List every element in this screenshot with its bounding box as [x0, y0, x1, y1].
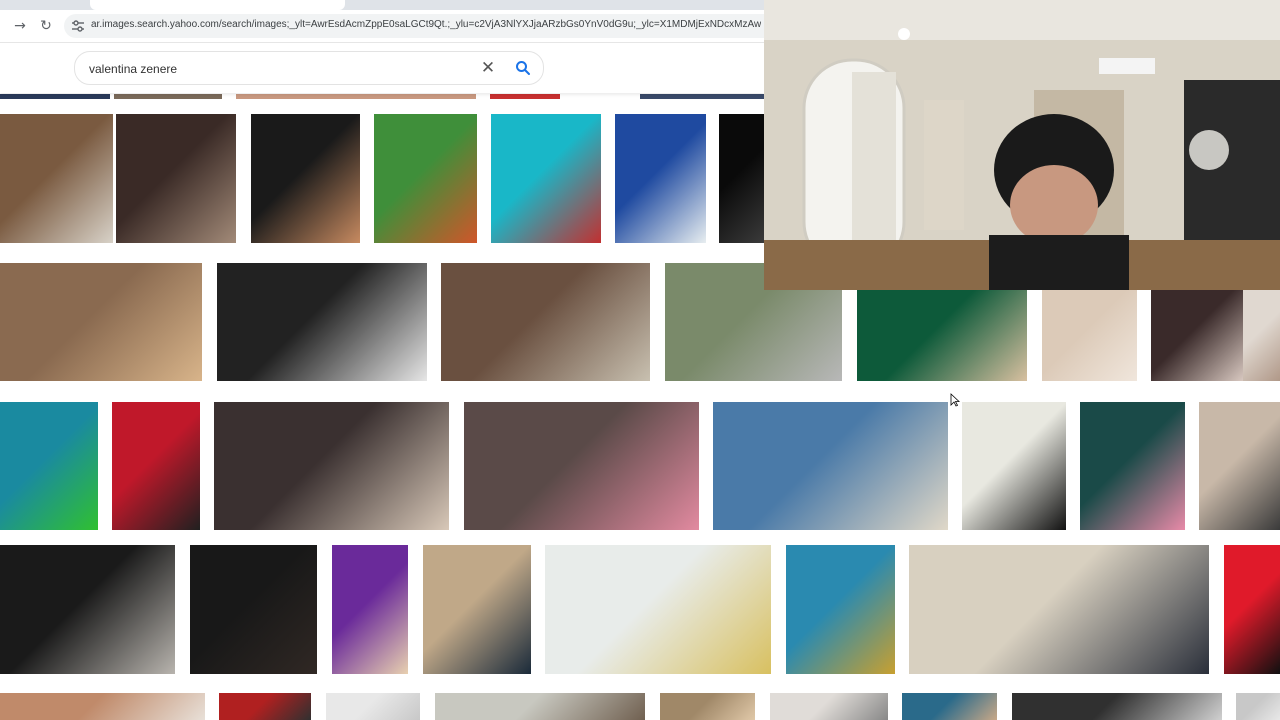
image-thumbnail[interactable]	[909, 545, 1209, 674]
image-thumbnail[interactable]	[236, 94, 476, 99]
tab-strip	[0, 0, 764, 10]
image-thumbnail[interactable]	[902, 693, 997, 720]
image-thumbnail[interactable]	[219, 693, 311, 720]
image-thumbnail[interactable]	[0, 693, 205, 720]
image-thumbnail[interactable]	[1243, 290, 1280, 381]
search-icon[interactable]	[513, 58, 533, 78]
image-thumbnail[interactable]	[114, 94, 222, 99]
image-thumbnail[interactable]	[1224, 545, 1280, 674]
mouse-cursor-icon	[950, 393, 960, 407]
image-thumbnail[interactable]	[116, 114, 236, 243]
image-thumbnail[interactable]	[1012, 693, 1222, 720]
active-tab[interactable]	[90, 0, 345, 10]
image-thumbnail[interactable]	[332, 545, 408, 674]
image-thumbnail[interactable]	[326, 693, 420, 720]
image-thumbnail[interactable]	[251, 114, 360, 243]
image-thumbnail[interactable]	[0, 94, 110, 99]
search-box: ✕	[74, 51, 544, 85]
image-thumbnail[interactable]	[214, 402, 449, 530]
image-thumbnail[interactable]	[1151, 290, 1243, 381]
image-thumbnail[interactable]	[441, 263, 650, 381]
image-thumbnail[interactable]	[0, 545, 175, 674]
webcam-overlay	[764, 0, 1280, 290]
image-thumbnail[interactable]	[1080, 402, 1185, 530]
image-thumbnail[interactable]	[435, 693, 645, 720]
image-thumbnail[interactable]	[112, 402, 200, 530]
image-thumbnail[interactable]	[0, 402, 98, 530]
forward-icon[interactable]: →	[10, 16, 30, 36]
image-thumbnail[interactable]	[962, 402, 1066, 530]
image-thumbnail[interactable]	[719, 114, 764, 243]
image-thumbnail[interactable]	[713, 402, 948, 530]
search-header: ✕	[0, 43, 764, 93]
image-thumbnail[interactable]	[1236, 693, 1280, 720]
site-settings-icon[interactable]	[70, 18, 86, 34]
image-thumbnail[interactable]	[0, 263, 202, 381]
webcam-scene	[764, 0, 1280, 290]
address-bar[interactable]: ar.images.search.yahoo.com/search/images…	[64, 14, 764, 38]
image-thumbnail[interactable]	[640, 94, 764, 99]
image-thumbnail[interactable]	[464, 402, 699, 530]
image-thumbnail[interactable]	[491, 114, 601, 243]
url-text: ar.images.search.yahoo.com/search/images…	[91, 19, 761, 30]
reload-icon[interactable]: ↻	[36, 16, 56, 36]
image-thumbnail[interactable]	[190, 545, 317, 674]
image-thumbnail[interactable]	[490, 94, 560, 99]
image-thumbnail[interactable]	[374, 114, 477, 243]
image-thumbnail[interactable]	[857, 290, 1027, 381]
image-thumbnail[interactable]	[1042, 290, 1137, 381]
image-thumbnail[interactable]	[545, 545, 771, 674]
browser-toolbar: → ↻ ar.images.search.yahoo.com/search/im…	[0, 10, 764, 43]
image-thumbnail[interactable]	[660, 693, 755, 720]
image-thumbnail[interactable]	[423, 545, 531, 674]
clear-icon[interactable]: ✕	[478, 58, 498, 78]
image-thumbnail[interactable]	[0, 114, 113, 243]
image-thumbnail[interactable]	[615, 114, 706, 243]
image-thumbnail[interactable]	[770, 693, 888, 720]
image-thumbnail[interactable]	[1199, 402, 1280, 530]
search-input[interactable]	[87, 58, 471, 80]
image-thumbnail[interactable]	[786, 545, 895, 674]
image-thumbnail[interactable]	[217, 263, 427, 381]
